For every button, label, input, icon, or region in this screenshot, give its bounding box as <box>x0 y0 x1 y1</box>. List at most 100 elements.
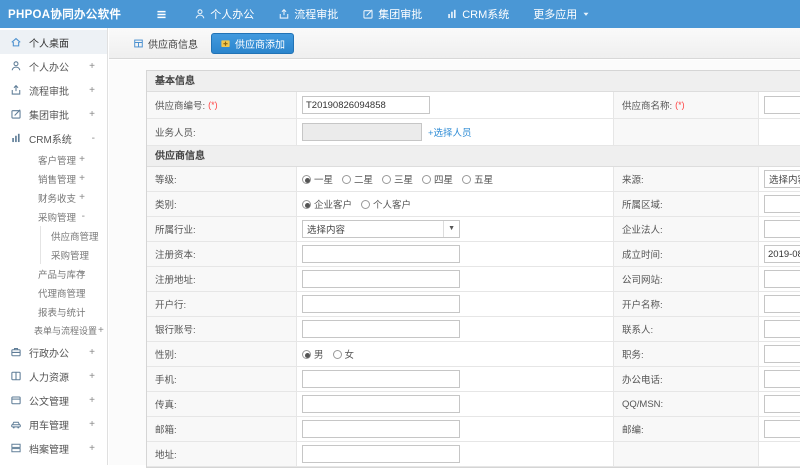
radio-option[interactable]: 五星 <box>462 172 493 186</box>
sidebar-item-20[interactable]: 档案管理 + <box>0 436 107 460</box>
sidebar-item-15[interactable]: 表单与流程设置 + <box>0 321 107 340</box>
radio-option[interactable]: 女 <box>332 347 354 361</box>
radio-option[interactable]: 个人客户 <box>361 197 411 211</box>
tab-1[interactable]: 供应商信息 <box>133 36 198 51</box>
field-input-cell <box>759 392 800 416</box>
sidebar-item-11[interactable]: 采购管理 <box>40 245 107 264</box>
nav-item-5[interactable]: 更多应用 <box>533 6 591 22</box>
nav-item-2[interactable]: 流程审批 <box>278 6 338 22</box>
sidebar-item-label: 个人桌面 <box>29 38 69 50</box>
nav-item-4[interactable]: CRM系统 <box>446 6 509 22</box>
radio-icon[interactable] <box>342 174 352 184</box>
radio-icon[interactable] <box>382 174 392 184</box>
radio-option[interactable]: 三星 <box>382 172 413 186</box>
sidebar-item-7[interactable]: 销售管理 + <box>0 169 107 188</box>
nav-item-label: 个人办公 <box>210 9 255 21</box>
text-input[interactable] <box>302 96 430 114</box>
menu-icon[interactable] <box>155 8 168 21</box>
field-label: 银行账号: <box>155 325 196 336</box>
sidebar-item-label: 流程审批 <box>29 86 69 98</box>
nav-item-1[interactable]: 个人办公 <box>194 6 254 22</box>
text-input[interactable] <box>302 320 460 338</box>
radio-icon[interactable] <box>462 174 472 184</box>
form-row: 性别: 男女职务: <box>147 342 800 367</box>
text-input[interactable] <box>764 370 800 388</box>
sidebar-item-10[interactable]: 供应商管理 <box>40 226 107 245</box>
radio-option[interactable]: 企业客户 <box>302 197 352 211</box>
text-input[interactable] <box>302 445 460 463</box>
text-input[interactable] <box>764 220 800 238</box>
text-input[interactable] <box>302 370 460 388</box>
radio-option[interactable]: 二星 <box>342 172 373 186</box>
radio-icon[interactable] <box>302 199 311 209</box>
radio-option[interactable]: 一星 <box>302 172 333 186</box>
sidebar-item-2[interactable]: 个人办公 + <box>0 54 107 78</box>
field-input-cell <box>297 417 614 441</box>
text-input[interactable] <box>302 295 460 313</box>
expand-plus-icon[interactable]: + <box>79 287 85 298</box>
field-label: 所属区域: <box>622 200 663 211</box>
radio-icon[interactable] <box>361 199 371 209</box>
sidebar-item-13[interactable]: 代理商管理 + <box>0 283 107 302</box>
expand-plus-icon[interactable]: + <box>89 109 95 120</box>
sidebar-item-9[interactable]: 采购管理 - <box>0 207 107 226</box>
radio-icon[interactable] <box>422 174 432 184</box>
expand-plus-icon[interactable]: + <box>89 419 95 430</box>
sidebar-item-19[interactable]: 用车管理 + <box>0 412 107 436</box>
text-input[interactable] <box>764 395 800 413</box>
collapse-minus-icon[interactable]: - <box>82 211 85 222</box>
text-input[interactable] <box>764 270 800 288</box>
radio-icon[interactable] <box>302 349 311 359</box>
sidebar-item-17[interactable]: 人力资源 + <box>0 364 107 388</box>
select-input[interactable]: 选择内容▼ <box>302 220 460 238</box>
radio-option[interactable]: 四星 <box>422 172 453 186</box>
expand-plus-icon[interactable]: + <box>89 85 95 96</box>
sidebar-item-label: 行政办公 <box>29 348 69 360</box>
sidebar-item-4[interactable]: 集团审批 + <box>0 102 107 126</box>
sidebar-item-16[interactable]: 行政办公 + <box>0 340 107 364</box>
expand-plus-icon[interactable]: + <box>89 61 95 72</box>
expand-plus-icon[interactable]: + <box>79 192 85 203</box>
sidebar-item-3[interactable]: 流程审批 + <box>0 78 107 102</box>
expand-plus-icon[interactable]: + <box>79 268 85 279</box>
text-input[interactable] <box>302 270 460 288</box>
expand-plus-icon[interactable]: + <box>89 395 95 406</box>
select-person-link[interactable]: +选择人员 <box>428 125 472 139</box>
text-input[interactable] <box>764 295 800 313</box>
radio-option[interactable]: 男 <box>302 347 324 361</box>
sidebar-item-12[interactable]: 产品与库存 + <box>0 264 107 283</box>
text-input[interactable] <box>302 420 460 438</box>
sidebar-item-18[interactable]: 公文管理 + <box>0 388 107 412</box>
radio-icon[interactable] <box>302 174 311 184</box>
collapse-minus-icon[interactable]: - <box>92 133 95 144</box>
expand-plus-icon[interactable]: + <box>98 325 104 336</box>
field-input-cell: +选择人员 <box>297 119 614 145</box>
expand-plus-icon[interactable]: + <box>79 173 85 184</box>
expand-plus-icon[interactable]: + <box>79 154 85 165</box>
text-input[interactable] <box>302 395 460 413</box>
sidebar-item-1[interactable]: 个人桌面 <box>0 30 107 54</box>
sidebar-item-5[interactable]: CRM系统 - <box>0 126 107 150</box>
sidebar-item-8[interactable]: 财务收支 + <box>0 188 107 207</box>
radio-icon[interactable] <box>332 349 342 359</box>
select-input[interactable]: 选择内容▼ <box>764 170 800 188</box>
radio-label: 一星 <box>314 175 334 186</box>
sidebar-item-14[interactable]: 报表与统计 <box>0 302 107 321</box>
tab-2[interactable]: 供应商添加 <box>211 32 294 54</box>
text-input[interactable] <box>764 320 800 338</box>
supplier-form: 基本信息供应商编号:(*)供应商名称:(*)业务人员:+选择人员供应商信息等级:… <box>146 70 800 468</box>
text-input[interactable] <box>764 195 800 213</box>
nav-item-3[interactable]: 集团审批 <box>362 6 422 22</box>
field-label-cell: 成立时间: <box>614 242 759 266</box>
required-mark: (*) <box>675 100 685 110</box>
expand-plus-icon[interactable]: + <box>89 443 95 454</box>
expand-plus-icon[interactable]: + <box>89 347 95 358</box>
text-input[interactable] <box>302 123 422 141</box>
text-input[interactable] <box>764 345 800 363</box>
sidebar-item-6[interactable]: 客户管理 + <box>0 150 107 169</box>
text-input[interactable] <box>302 245 460 263</box>
expand-plus-icon[interactable]: + <box>89 371 95 382</box>
text-input[interactable] <box>764 420 800 438</box>
text-input[interactable] <box>764 245 800 263</box>
text-input[interactable] <box>764 96 800 114</box>
